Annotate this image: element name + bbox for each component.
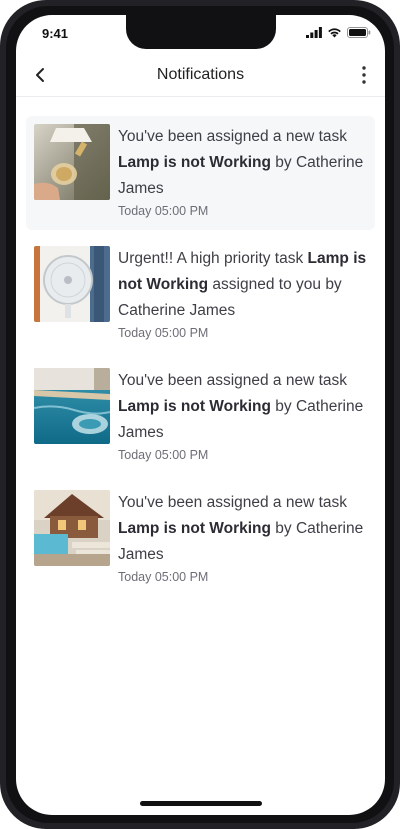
notification-message: You've been assigned a new task Lamp is … bbox=[118, 124, 370, 202]
message-prefix: You've been assigned a new task bbox=[118, 494, 348, 511]
notification-time: Today 05:00 PM bbox=[118, 448, 209, 462]
notification-item[interactable]: You've been assigned a new task Lamp is … bbox=[26, 482, 375, 596]
lamp-thumbnail bbox=[34, 124, 110, 200]
message-prefix: Urgent!! A high priority task bbox=[118, 250, 308, 267]
notification-time: Today 05:00 PM bbox=[118, 570, 209, 584]
task-name: Lamp is not Working bbox=[118, 398, 271, 415]
battery-icon bbox=[347, 27, 371, 38]
status-icons bbox=[306, 27, 371, 38]
notification-time: Today 05:00 PM bbox=[118, 326, 209, 340]
task-name: Lamp is not Working bbox=[118, 520, 271, 537]
wifi-icon bbox=[328, 28, 341, 38]
message-prefix: You've been assigned a new task bbox=[118, 128, 348, 145]
task-name: Lamp is not Working bbox=[118, 154, 271, 171]
page-title: Notifications bbox=[156, 66, 245, 83]
notification-item[interactable]: Urgent!! A high priority task Lamp is no… bbox=[26, 238, 375, 352]
top-app-bar: Notifications bbox=[16, 59, 385, 97]
phone-screen: 9:41 Notifications You've been assigned … bbox=[16, 15, 385, 815]
notification-time: Today 05:00 PM bbox=[118, 204, 209, 218]
more-options-button[interactable] bbox=[353, 63, 375, 87]
notification-message: Urgent!! A high priority task Lamp is no… bbox=[118, 246, 370, 324]
fan-thumbnail bbox=[34, 246, 110, 322]
notification-message: You've been assigned a new task Lamp is … bbox=[118, 368, 370, 446]
notification-message: You've been assigned a new task Lamp is … bbox=[118, 490, 370, 568]
status-time: 9:41 bbox=[42, 26, 69, 41]
home-indicator bbox=[140, 801, 262, 806]
message-prefix: You've been assigned a new task bbox=[118, 372, 348, 389]
notification-item[interactable]: You've been assigned a new task Lamp is … bbox=[26, 360, 375, 474]
notification-list: You've been assigned a new task Lamp is … bbox=[26, 116, 375, 604]
notification-item[interactable]: You've been assigned a new task Lamp is … bbox=[26, 116, 375, 230]
notch bbox=[126, 15, 276, 49]
pool-thumbnail bbox=[34, 368, 110, 444]
signal-icon bbox=[306, 27, 322, 38]
resort-thumbnail bbox=[34, 490, 110, 566]
more-vertical-icon bbox=[362, 66, 366, 84]
